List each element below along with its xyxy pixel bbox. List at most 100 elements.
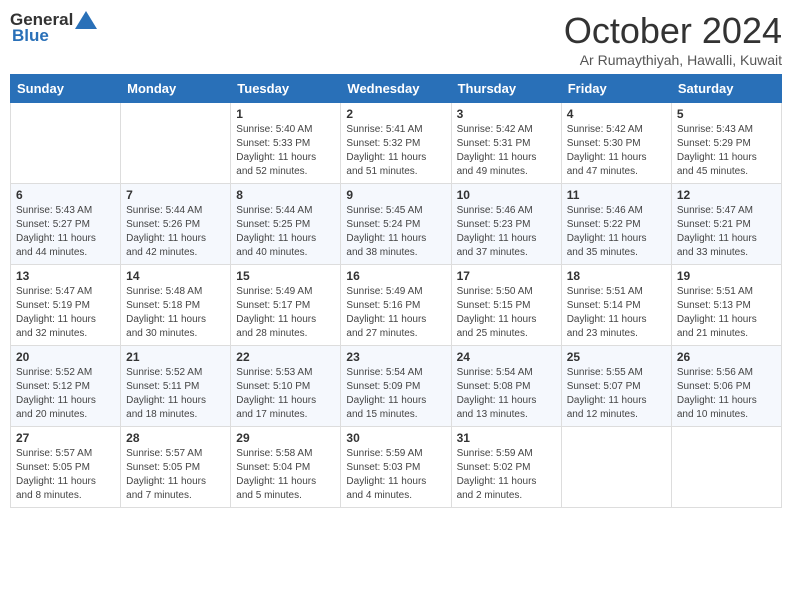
day-number: 14: [126, 269, 225, 283]
day-info: Sunrise: 5:51 AMSunset: 5:14 PMDaylight:…: [567, 285, 666, 341]
day-info: Sunrise: 5:48 AMSunset: 5:18 PMDaylight:…: [126, 285, 225, 341]
calendar-cell: 1 Sunrise: 5:40 AMSunset: 5:33 PMDaylight…: [231, 103, 341, 184]
day-number: 9: [346, 188, 445, 202]
day-info: Sunrise: 5:52 AMSunset: 5:12 PMDaylight:…: [16, 366, 115, 422]
calendar-cell: 5Sunrise: 5:43 AMSunset: 5:29 PMDaylight…: [671, 103, 781, 184]
day-number: 15: [236, 269, 335, 283]
logo: General Blue: [10, 10, 97, 46]
day-info: Sunrise: 5:56 AMSunset: 5:06 PMDaylight:…: [677, 366, 776, 422]
day-number: 29: [236, 431, 335, 445]
logo-blue-text: Blue: [12, 26, 49, 46]
calendar-cell: 10 Sunrise: 5:46 AMSunset: 5:23 PMDayligh…: [451, 184, 561, 265]
day-info: Sunrise: 5:46 AMSunset: 5:23 PMDaylight:…: [457, 204, 556, 260]
location-text: Ar Rumaythiyah, Hawalli, Kuwait: [564, 52, 782, 68]
day-number: 28: [126, 431, 225, 445]
day-number: 8: [236, 188, 335, 202]
day-info: Sunrise: 5:54 AMSunset: 5:08 PMDaylight:…: [457, 366, 556, 422]
calendar-cell: 19 Sunrise: 5:51 AMSunset: 5:13 PMDayligh…: [671, 265, 781, 346]
day-info: Sunrise: 5:41 AMSunset: 5:32 PMDaylight:…: [346, 123, 445, 179]
day-number: 30: [346, 431, 445, 445]
calendar-cell: 21 Sunrise: 5:52 AMSunset: 5:11 PMDayligh…: [121, 346, 231, 427]
calendar-header-saturday: Saturday: [671, 75, 781, 103]
day-number: 18: [567, 269, 666, 283]
day-number: 2: [346, 107, 445, 121]
page-header: General Blue October 2024 Ar Rumaythiyah…: [10, 10, 782, 68]
calendar-cell: 2 Sunrise: 5:41 AMSunset: 5:32 PMDaylight…: [341, 103, 451, 184]
calendar-cell: 28 Sunrise: 5:57 AMSunset: 5:05 PMDayligh…: [121, 427, 231, 508]
day-info: Sunrise: 5:50 AMSunset: 5:15 PMDaylight:…: [457, 285, 556, 341]
calendar-cell: 25Sunrise: 5:55 AMSunset: 5:07 PMDayligh…: [561, 346, 671, 427]
day-number: 17: [457, 269, 556, 283]
calendar-cell: 26 Sunrise: 5:56 AMSunset: 5:06 PMDayligh…: [671, 346, 781, 427]
day-info: Sunrise: 5:57 AMSunset: 5:05 PMDaylight:…: [126, 447, 225, 503]
day-number: 31: [457, 431, 556, 445]
day-info: Sunrise: 5:42 AMSunset: 5:30 PMDaylight:…: [567, 123, 666, 179]
day-info: Sunrise: 5:54 AMSunset: 5:09 PMDaylight:…: [346, 366, 445, 422]
calendar-cell: 29 Sunrise: 5:58 AMSunset: 5:04 PMDayligh…: [231, 427, 341, 508]
calendar-header-monday: Monday: [121, 75, 231, 103]
day-info: Sunrise: 5:58 AMSunset: 5:04 PMDaylight:…: [236, 447, 335, 503]
calendar-week-row: 13Sunrise: 5:47 AMSunset: 5:19 PMDayligh…: [11, 265, 782, 346]
day-number: 10: [457, 188, 556, 202]
day-number: 7: [126, 188, 225, 202]
calendar-cell: 18 Sunrise: 5:51 AMSunset: 5:14 PMDayligh…: [561, 265, 671, 346]
day-number: 6: [16, 188, 115, 202]
day-number: 21: [126, 350, 225, 364]
day-info: Sunrise: 5:55 AMSunset: 5:07 PMDaylight:…: [567, 366, 666, 422]
calendar-cell: 17 Sunrise: 5:50 AMSunset: 5:15 PMDayligh…: [451, 265, 561, 346]
day-info: Sunrise: 5:57 AMSunset: 5:05 PMDaylight:…: [16, 447, 115, 503]
day-info: Sunrise: 5:52 AMSunset: 5:11 PMDaylight:…: [126, 366, 225, 422]
calendar-header-row: SundayMondayTuesdayWednesdayThursdayFrid…: [11, 75, 782, 103]
day-info: Sunrise: 5:45 AMSunset: 5:24 PMDaylight:…: [346, 204, 445, 260]
day-number: 1: [236, 107, 335, 121]
calendar-header-wednesday: Wednesday: [341, 75, 451, 103]
calendar-cell: 11Sunrise: 5:46 AMSunset: 5:22 PMDayligh…: [561, 184, 671, 265]
calendar-cell: 8Sunrise: 5:44 AMSunset: 5:25 PMDaylight…: [231, 184, 341, 265]
calendar-cell: 13Sunrise: 5:47 AMSunset: 5:19 PMDayligh…: [11, 265, 121, 346]
day-info: Sunrise: 5:49 AMSunset: 5:16 PMDaylight:…: [346, 285, 445, 341]
day-number: 12: [677, 188, 776, 202]
day-number: 27: [16, 431, 115, 445]
calendar-week-row: 20Sunrise: 5:52 AMSunset: 5:12 PMDayligh…: [11, 346, 782, 427]
calendar-cell: 16 Sunrise: 5:49 AMSunset: 5:16 PMDayligh…: [341, 265, 451, 346]
day-info: Sunrise: 5:51 AMSunset: 5:13 PMDaylight:…: [677, 285, 776, 341]
day-number: 13: [16, 269, 115, 283]
calendar-cell: [11, 103, 121, 184]
day-info: Sunrise: 5:42 AMSunset: 5:31 PMDaylight:…: [457, 123, 556, 179]
calendar-header-sunday: Sunday: [11, 75, 121, 103]
calendar-cell: 7 Sunrise: 5:44 AMSunset: 5:26 PMDaylight…: [121, 184, 231, 265]
day-info: Sunrise: 5:40 AMSunset: 5:33 PMDaylight:…: [236, 123, 335, 179]
title-section: October 2024 Ar Rumaythiyah, Hawalli, Ku…: [564, 10, 782, 68]
day-info: Sunrise: 5:49 AMSunset: 5:17 PMDaylight:…: [236, 285, 335, 341]
day-number: 11: [567, 188, 666, 202]
calendar-cell: 3 Sunrise: 5:42 AMSunset: 5:31 PMDaylight…: [451, 103, 561, 184]
calendar-week-row: 6 Sunrise: 5:43 AMSunset: 5:27 PMDaylight…: [11, 184, 782, 265]
calendar-cell: 14 Sunrise: 5:48 AMSunset: 5:18 PMDayligh…: [121, 265, 231, 346]
day-number: 24: [457, 350, 556, 364]
calendar-cell: 23Sunrise: 5:54 AMSunset: 5:09 PMDayligh…: [341, 346, 451, 427]
day-number: 5: [677, 107, 776, 121]
day-number: 22: [236, 350, 335, 364]
day-number: 19: [677, 269, 776, 283]
calendar-cell: 9 Sunrise: 5:45 AMSunset: 5:24 PMDaylight…: [341, 184, 451, 265]
calendar-cell: 20Sunrise: 5:52 AMSunset: 5:12 PMDayligh…: [11, 346, 121, 427]
day-number: 16: [346, 269, 445, 283]
calendar-cell: [121, 103, 231, 184]
day-number: 26: [677, 350, 776, 364]
calendar-cell: 31Sunrise: 5:59 AMSunset: 5:02 PMDayligh…: [451, 427, 561, 508]
month-title: October 2024: [564, 10, 782, 52]
logo-icon: [75, 11, 97, 29]
calendar-table: SundayMondayTuesdayWednesdayThursdayFrid…: [10, 74, 782, 508]
calendar-cell: 30 Sunrise: 5:59 AMSunset: 5:03 PMDayligh…: [341, 427, 451, 508]
day-info: Sunrise: 5:47 AMSunset: 5:21 PMDaylight:…: [677, 204, 776, 260]
calendar-cell: 15 Sunrise: 5:49 AMSunset: 5:17 PMDayligh…: [231, 265, 341, 346]
day-info: Sunrise: 5:59 AMSunset: 5:03 PMDaylight:…: [346, 447, 445, 503]
calendar-cell: 27 Sunrise: 5:57 AMSunset: 5:05 PMDayligh…: [11, 427, 121, 508]
day-number: 3: [457, 107, 556, 121]
day-info: Sunrise: 5:43 AMSunset: 5:27 PMDaylight:…: [16, 204, 115, 260]
calendar-week-row: 1 Sunrise: 5:40 AMSunset: 5:33 PMDaylight…: [11, 103, 782, 184]
day-info: Sunrise: 5:44 AMSunset: 5:26 PMDaylight:…: [126, 204, 225, 260]
calendar-header-friday: Friday: [561, 75, 671, 103]
calendar-cell: [671, 427, 781, 508]
calendar-cell: 4Sunrise: 5:42 AMSunset: 5:30 PMDaylight…: [561, 103, 671, 184]
